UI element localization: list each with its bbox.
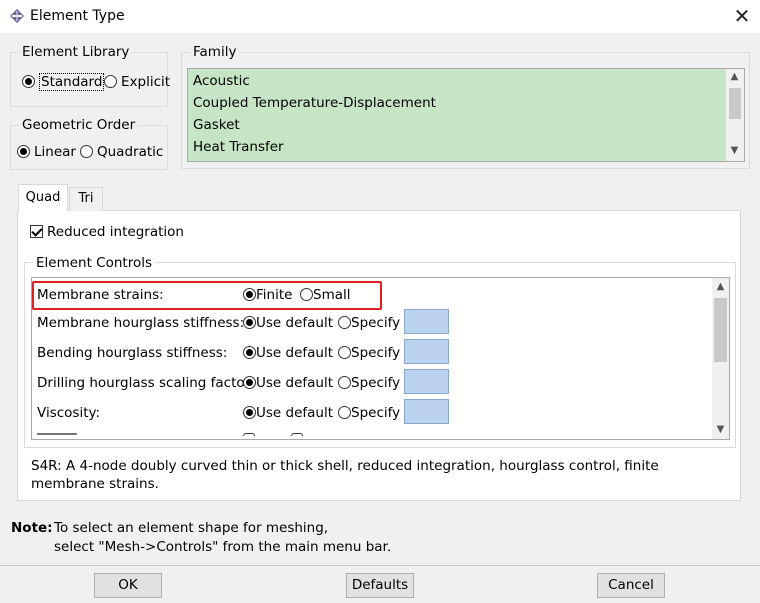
radio-linear-label: Linear: [34, 144, 76, 160]
radio-specify-indicator[interactable]: [338, 376, 351, 389]
radio-specify-label: Specify: [351, 375, 401, 391]
control-label: Viscosity:: [37, 405, 101, 421]
ok-button[interactable]: OK: [94, 573, 162, 598]
scroll-up-icon[interactable]: ▲: [712, 281, 729, 292]
radio-use-default-label: Use default: [256, 345, 334, 361]
specify-input-drilling-hourglass[interactable]: [404, 369, 449, 394]
radio-linear[interactable]: Linear: [17, 144, 76, 160]
radio-specify-indicator[interactable]: [338, 406, 351, 419]
radio-explicit-indicator[interactable]: [104, 75, 117, 88]
scroll-down-icon[interactable]: ▼: [712, 424, 729, 435]
radio-specify-label: Specify: [351, 315, 401, 331]
cutoff-row: [37, 433, 437, 439]
radio-specify-indicator[interactable]: [338, 346, 351, 359]
scroll-up-icon[interactable]: ▲: [726, 71, 743, 82]
close-icon[interactable]: ✕: [730, 3, 754, 29]
specify-input-membrane-hourglass[interactable]: [404, 309, 449, 334]
radio-use-default-label: Use default: [256, 315, 334, 331]
note-line-2: select "Mesh->Controls" from the main me…: [54, 539, 392, 555]
note-line-1: To select an element shape for meshing,: [54, 520, 329, 536]
radio-explicit[interactable]: Explicit: [104, 74, 170, 90]
radio-specify[interactable]: Specify: [338, 345, 400, 361]
radio-specify[interactable]: Specify: [338, 375, 400, 391]
radio-standard[interactable]: Standard: [22, 73, 105, 91]
radio-standard-indicator[interactable]: [22, 75, 35, 88]
controls-scrollbar[interactable]: ▲ ▼: [712, 278, 729, 439]
radio-specify-indicator[interactable]: [338, 316, 351, 329]
geometric-order-label: Geometric Order: [19, 117, 139, 133]
radio-specify-label: Specify: [351, 405, 401, 421]
control-label: Drilling hourglass scaling factor:: [37, 375, 255, 391]
app-icon: [10, 9, 24, 23]
radio-use-default-indicator[interactable]: [243, 316, 256, 329]
element-controls-label: Element Controls: [33, 255, 156, 271]
family-listbox[interactable]: Acoustic Coupled Temperature-Displacemen…: [187, 68, 745, 162]
membrane-strains-highlight: [32, 281, 382, 310]
radio-use-default-indicator[interactable]: [243, 346, 256, 359]
radio-use-default[interactable]: Use default: [243, 315, 333, 331]
reduced-integration-checkbox[interactable]: Reduced integration: [30, 224, 184, 240]
radio-explicit-label: Explicit: [121, 74, 171, 90]
radio-specify-label: Specify: [351, 345, 401, 361]
family-item-coupled-temperature-displacement[interactable]: Coupled Temperature-Displacement: [193, 95, 436, 111]
radio-use-default-label: Use default: [256, 375, 334, 391]
radio-use-default[interactable]: Use default: [243, 345, 333, 361]
tab-quad[interactable]: Quad: [18, 184, 68, 211]
family-item-gasket[interactable]: Gasket: [193, 117, 240, 133]
specify-input-bending-hourglass[interactable]: [404, 339, 449, 364]
radio-use-default[interactable]: Use default: [243, 405, 333, 421]
divider: [0, 565, 760, 566]
reduced-integration-check[interactable]: [30, 225, 43, 238]
element-library-label: Element Library: [19, 44, 133, 60]
family-item-acoustic[interactable]: Acoustic: [193, 73, 250, 89]
scroll-thumb[interactable]: [714, 298, 727, 362]
scroll-down-icon[interactable]: ▼: [726, 145, 743, 156]
radio-use-default[interactable]: Use default: [243, 375, 333, 391]
defaults-button[interactable]: Defaults: [346, 573, 414, 598]
control-label: Membrane hourglass stiffness:: [37, 315, 245, 331]
scroll-thumb[interactable]: [729, 88, 741, 119]
note-label: Note:: [11, 520, 53, 536]
radio-quadratic-label: Quadratic: [97, 144, 164, 160]
radio-use-default-label: Use default: [256, 405, 334, 421]
tab-tri[interactable]: Tri: [69, 187, 103, 211]
family-item-heat-transfer[interactable]: Heat Transfer: [193, 139, 284, 155]
control-label: Bending hourglass stiffness:: [37, 345, 228, 361]
family-scrollbar[interactable]: ▲ ▼: [726, 69, 744, 161]
radio-use-default-indicator[interactable]: [243, 376, 256, 389]
cancel-button[interactable]: Cancel: [597, 573, 665, 598]
specify-input-viscosity[interactable]: [404, 399, 449, 424]
radio-quadratic[interactable]: Quadratic: [80, 144, 163, 160]
radio-standard-label: Standard: [39, 73, 105, 91]
reduced-integration-label: Reduced integration: [47, 224, 184, 240]
window-title: Element Type: [30, 8, 125, 24]
radio-specify[interactable]: Specify: [338, 315, 400, 331]
radio-specify[interactable]: Specify: [338, 405, 400, 421]
radio-use-default-indicator[interactable]: [243, 406, 256, 419]
radio-quadratic-indicator[interactable]: [80, 145, 93, 158]
element-description: S4R: A 4-node doubly curved thin or thic…: [31, 458, 659, 492]
radio-linear-indicator[interactable]: [17, 145, 30, 158]
family-label: Family: [190, 44, 240, 60]
